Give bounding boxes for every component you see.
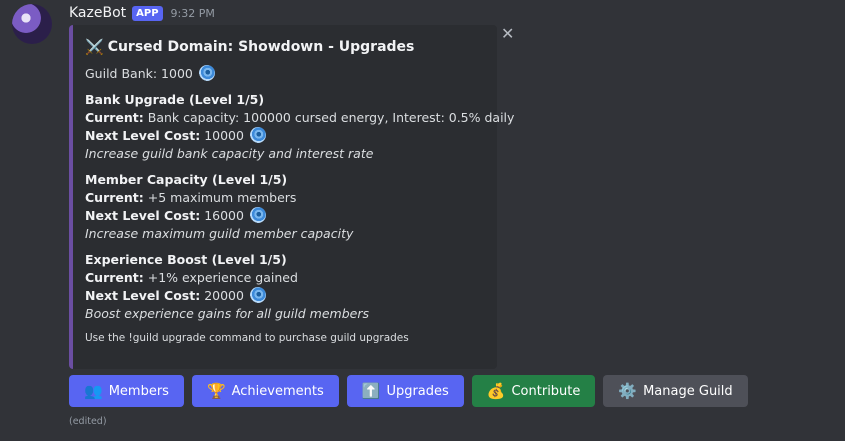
timestamp[interactable]: 9:32 PM [171,7,215,20]
manage-guild-button[interactable]: ⚙️ Manage Guild [603,375,748,407]
people-icon: 👥 [84,382,103,400]
upgrade-name: Member Capacity (Level 1/5) [85,172,288,187]
upgrade-description: Boost experience gains for all guild mem… [85,306,369,321]
upgrade-description: Increase guild bank capacity and interes… [85,146,374,161]
crossed-swords-icon: ⚔️ [85,38,104,56]
cost-label: Next Level Cost: [85,288,201,303]
button-label: Upgrades [386,383,449,399]
embed-footer: Use the !guild upgrade command to purcha… [85,332,409,344]
swirl-icon [198,65,215,81]
embed-title-text: Cursed Domain: Showdown - Upgrades [107,39,415,55]
current-value: +5 maximum members [147,190,297,205]
cost-value: 20000 [204,288,244,303]
edited-label: (edited) [69,416,107,427]
swirl-icon [249,287,266,303]
upgrade-section: Bank Upgrade (Level 1/5) Current: Bank c… [85,91,514,163]
upgrade-name: Experience Boost (Level 1/5) [85,252,287,267]
avatar[interactable] [12,4,52,44]
money-bag-icon: 💰 [486,382,506,400]
button-label: Members [108,383,169,399]
guild-bank-line: Guild Bank: 1000 [85,65,485,83]
close-icon[interactable]: ✕ [501,26,514,42]
embed-title: ⚔️ Cursed Domain: Showdown - Upgrades [85,37,485,57]
embed: ⚔️ Cursed Domain: Showdown - Upgrades Gu… [69,25,514,369]
button-label: Manage Guild [643,383,733,399]
current-label: Current: [85,270,144,285]
button-label: Contribute [511,383,581,399]
upgrade-section: Member Capacity (Level 1/5) Current: +5 … [85,171,485,243]
upgrade-description: Increase maximum guild member capacity [85,226,354,241]
current-value: Bank capacity: 100000 cursed energy, Int… [147,110,515,125]
gear-icon: ⚙️ [618,382,638,400]
upgrade-section: Experience Boost (Level 1/5) Current: +1… [85,251,485,323]
current-label: Current: [85,110,144,125]
cost-value: 10000 [204,128,244,143]
swirl-icon [249,127,266,143]
up-arrow-icon: ⬆️ [361,382,381,400]
app-badge: APP [132,5,163,21]
upgrades-button[interactable]: ⬆️ Upgrades [346,375,464,407]
cost-label: Next Level Cost: [85,208,201,223]
members-button[interactable]: 👥 Members [69,375,184,407]
button-label: Achievements [231,383,324,399]
current-value: +1% experience gained [147,270,298,285]
swirl-icon [249,207,266,223]
achievements-button[interactable]: 🏆 Achievements [191,375,339,407]
cost-value: 16000 [204,208,244,223]
contribute-button[interactable]: 💰 Contribute [471,375,596,407]
action-row: 👥 Members 🏆 Achievements ⬆️ Upgrades 💰 C… [69,375,748,407]
trophy-icon: 🏆 [206,382,226,400]
cost-label: Next Level Cost: [85,128,201,143]
message-header: KazeBot APP 9:32 PM [69,3,215,23]
username[interactable]: KazeBot [69,5,126,21]
upgrade-name: Bank Upgrade (Level 1/5) [85,92,265,107]
current-label: Current: [85,190,144,205]
guild-bank-text: Guild Bank: 1000 [85,66,193,81]
